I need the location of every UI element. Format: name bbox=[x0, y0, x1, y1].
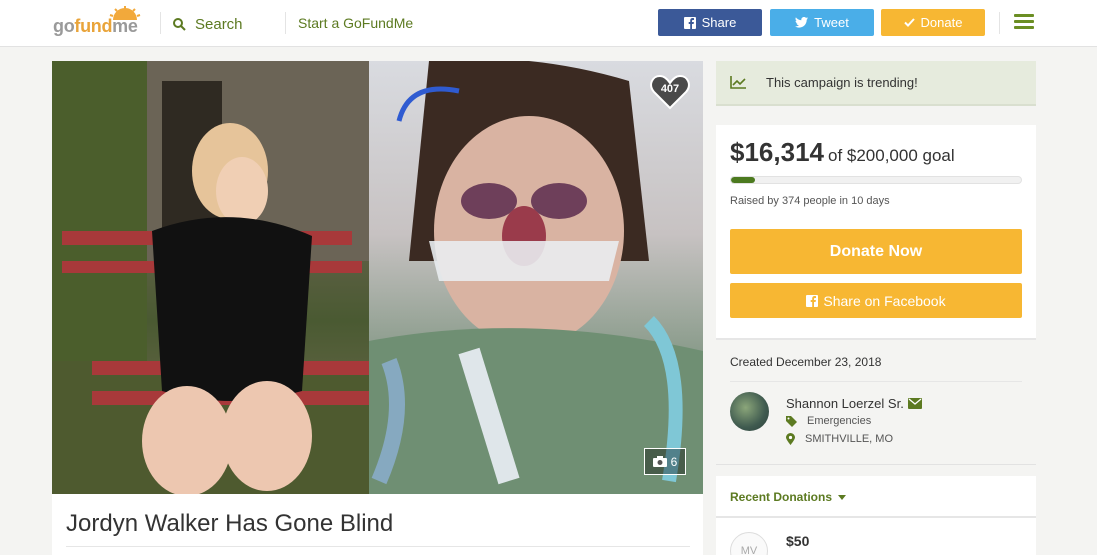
campaign-photo-left bbox=[52, 61, 372, 494]
raised-amount: $16,314 bbox=[730, 137, 824, 167]
location-label: SMITHVILLE, MO bbox=[805, 433, 894, 445]
organizer-name: Shannon Loerzel Sr. bbox=[786, 396, 904, 411]
trending-text: This campaign is trending! bbox=[766, 75, 918, 90]
donate-label: Donate bbox=[920, 15, 963, 30]
tweet-button[interactable]: Tweet bbox=[770, 9, 874, 36]
search-link[interactable]: Search bbox=[173, 13, 243, 35]
start-gofundme-link[interactable]: Start a GoFundMe bbox=[298, 15, 413, 31]
facebook-icon bbox=[683, 16, 696, 29]
funding-amount: $16,314 of $200,000 goal bbox=[730, 137, 955, 168]
organizer-avatar[interactable] bbox=[730, 392, 769, 431]
facebook-icon bbox=[806, 294, 819, 307]
divider bbox=[66, 546, 690, 547]
campaign-hero-image[interactable]: 407 6 bbox=[52, 61, 703, 494]
share-on-facebook-button[interactable]: Share on Facebook bbox=[730, 283, 1022, 318]
donor-avatar: MV bbox=[730, 532, 768, 555]
search-label: Search bbox=[195, 15, 243, 33]
top-navigation-bar: gofundme Search Start a GoFundMe Share T… bbox=[0, 0, 1097, 47]
share-facebook-label: Share on Facebook bbox=[823, 292, 946, 309]
search-icon bbox=[173, 17, 186, 31]
map-pin-icon bbox=[786, 433, 795, 445]
heart-count: 407 bbox=[660, 83, 680, 95]
campaign-title: Jordyn Walker Has Gone Blind bbox=[66, 510, 394, 537]
campaign-photo-right bbox=[369, 61, 703, 494]
twitter-icon bbox=[795, 17, 809, 28]
progress-bar-fill bbox=[731, 177, 755, 183]
photo-count: 6 bbox=[670, 454, 678, 469]
photo-left-illustration bbox=[52, 61, 372, 494]
progress-bar bbox=[730, 176, 1022, 184]
category-label: Emergencies bbox=[807, 415, 872, 427]
gofundme-logo[interactable]: gofundme bbox=[53, 6, 148, 38]
checkmark-icon bbox=[903, 18, 915, 27]
donate-now-button[interactable]: Donate Now bbox=[730, 229, 1022, 274]
recent-donations-label: Recent Donations bbox=[730, 490, 833, 504]
raised-by-text: Raised by 374 people in 10 days bbox=[730, 195, 890, 207]
logo-wordmark: gofundme bbox=[53, 16, 138, 36]
divider bbox=[730, 381, 1022, 382]
donation-amount: $50 bbox=[786, 533, 810, 549]
created-date: Created December 23, 2018 bbox=[730, 355, 882, 369]
category-row[interactable]: Emergencies bbox=[786, 415, 871, 427]
share-facebook-button[interactable]: Share bbox=[658, 9, 762, 36]
organizer-row[interactable]: Shannon Loerzel Sr. bbox=[786, 396, 922, 411]
goal-text: of $200,000 goal bbox=[827, 146, 955, 165]
trending-chart-icon bbox=[730, 76, 746, 89]
camera-icon bbox=[652, 456, 667, 467]
caret-down-icon bbox=[838, 494, 847, 500]
header-divider bbox=[999, 12, 1000, 34]
recent-donations-header[interactable]: Recent Donations bbox=[716, 476, 1036, 518]
heart-count-badge[interactable]: 407 bbox=[650, 74, 690, 110]
share-label: Share bbox=[701, 15, 737, 30]
campaign-meta: Created December 23, 2018 Shannon Loerze… bbox=[716, 340, 1036, 465]
hamburger-menu-icon[interactable] bbox=[1014, 14, 1034, 30]
donation-item: MV $50 bbox=[716, 518, 1036, 555]
envelope-icon[interactable] bbox=[907, 398, 922, 409]
recent-donations-toggle[interactable]: Recent Donations bbox=[730, 490, 847, 504]
header-divider bbox=[285, 12, 286, 34]
tweet-label: Tweet bbox=[814, 15, 849, 30]
funding-card: $16,314 of $200,000 goal Raised by 374 p… bbox=[716, 125, 1036, 340]
header-divider bbox=[160, 12, 161, 34]
tag-icon bbox=[786, 415, 797, 427]
location-row: SMITHVILLE, MO bbox=[786, 433, 893, 445]
photo-count-button[interactable]: 6 bbox=[644, 448, 686, 475]
title-card: Jordyn Walker Has Gone Blind bbox=[52, 494, 703, 555]
trending-banner: This campaign is trending! bbox=[716, 61, 1036, 106]
header-donate-button[interactable]: Donate bbox=[881, 9, 985, 36]
photo-right-illustration bbox=[369, 61, 703, 494]
